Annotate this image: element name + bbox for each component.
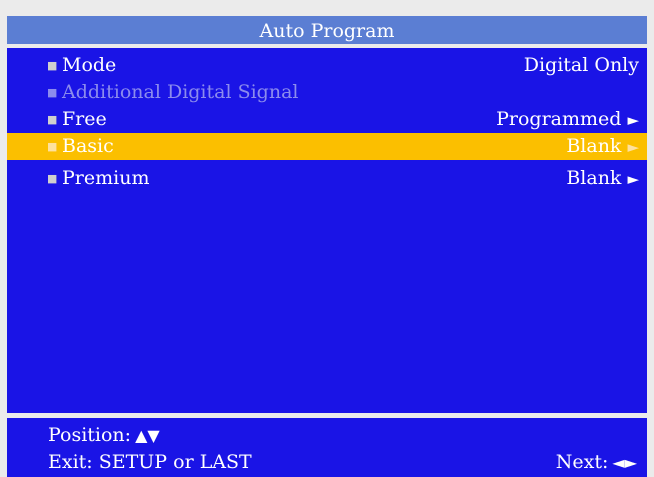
- right-arrow-icon: ►: [627, 138, 639, 156]
- bullet-icon: ■: [47, 140, 58, 153]
- up-down-arrows-icon: ▲▼: [135, 426, 160, 445]
- tv-menu-screen: Auto Program ■ Mode Digital Only ■ Addit…: [0, 0, 654, 477]
- menu-row-free[interactable]: ■ Free Programmed ►: [7, 106, 647, 133]
- menu-row-premium[interactable]: ■ Premium Blank ►: [7, 165, 647, 192]
- bullet-icon: ■: [47, 59, 58, 72]
- menu-row-value: Blank ►: [566, 167, 639, 189]
- menu-row-label: Basic: [62, 135, 114, 157]
- next-hint: Next: ◄►: [555, 451, 637, 473]
- exit-hint: Exit: SETUP or LAST: [48, 451, 252, 473]
- menu-row-value: Programmed ►: [496, 108, 639, 130]
- menu-row-basic[interactable]: ■ Basic Blank ►: [7, 133, 647, 160]
- menu-panel: ■ Mode Digital Only ■ Additional Digital…: [7, 48, 647, 413]
- bullet-icon: ■: [47, 113, 58, 126]
- right-arrow-icon: ►: [627, 170, 639, 188]
- menu-row-mode[interactable]: ■ Mode Digital Only: [7, 52, 647, 79]
- menu-row-label: Mode: [62, 54, 117, 76]
- menu-title: Auto Program: [7, 16, 647, 44]
- left-right-arrows-icon: ◄►: [612, 453, 637, 472]
- menu-row-value: Digital Only: [523, 54, 639, 76]
- right-arrow-icon: ►: [627, 111, 639, 129]
- menu-row-label: Premium: [62, 167, 150, 189]
- help-footer: Position: ▲▼ Exit: SETUP or LAST Next: ◄►: [7, 418, 647, 477]
- menu-row-additional-digital-signal: ■ Additional Digital Signal: [7, 79, 647, 106]
- menu-row-label: Free: [62, 108, 107, 130]
- menu-row-value: Blank ►: [566, 135, 639, 157]
- bullet-icon: ■: [47, 86, 58, 99]
- bullet-icon: ■: [47, 172, 58, 185]
- position-hint: Position: ▲▼: [48, 424, 160, 446]
- menu-row-label: Additional Digital Signal: [62, 81, 299, 103]
